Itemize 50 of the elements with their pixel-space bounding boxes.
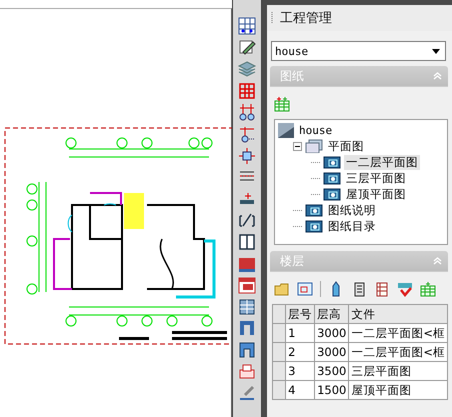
table-cell: 2 xyxy=(286,342,315,362)
table-cell: 3500 xyxy=(314,362,349,380)
panel-title: 工程管理 xyxy=(280,10,332,27)
table-cell: 一二层平面图<框 xyxy=(348,324,448,342)
section-title: 图纸 xyxy=(280,68,304,84)
drawing-sheet-icon xyxy=(323,172,341,184)
drawing-sheet-icon xyxy=(305,204,323,216)
column-header[interactable]: 层高 xyxy=(314,304,349,324)
table-cell: 3000 xyxy=(314,342,349,362)
drawing-sheet-icon xyxy=(323,188,341,200)
tree-item[interactable]: 一二层平面图 xyxy=(344,154,420,170)
table-cell: 一二层平面图<框 xyxy=(348,342,448,362)
table-cell: 3000 xyxy=(314,324,349,342)
table-cell: 4 xyxy=(286,380,315,400)
tree-item[interactable]: 图纸说明 xyxy=(326,202,378,218)
tree-item[interactable]: 图纸目录 xyxy=(326,218,378,234)
window-icon[interactable] xyxy=(237,232,257,252)
axis-icon[interactable] xyxy=(237,102,257,122)
panel-icon[interactable] xyxy=(237,296,257,317)
collapse-icon[interactable] xyxy=(293,142,302,150)
tree-item[interactable]: 三层平面图 xyxy=(344,170,408,186)
table-cell: 3 xyxy=(286,362,315,380)
tree-item[interactable]: house xyxy=(297,124,334,136)
grip-icon[interactable] xyxy=(271,12,274,24)
dropdown-arrow-icon[interactable] xyxy=(432,48,440,54)
add-table-icon[interactable] xyxy=(274,96,290,112)
column-header[interactable]: 层号 xyxy=(286,304,315,324)
folder-icon xyxy=(305,139,323,153)
column-icon[interactable] xyxy=(237,146,257,166)
grid-icon[interactable] xyxy=(237,80,257,101)
table-cell: 屋顶平面图 xyxy=(348,380,448,400)
grid-icon[interactable] xyxy=(237,16,257,36)
tree-item[interactable]: 屋顶平面图 xyxy=(344,186,408,202)
drawing-sheet-icon xyxy=(305,220,323,232)
folder-icon[interactable] xyxy=(274,281,290,297)
area-icon[interactable] xyxy=(237,275,257,296)
frame-icon[interactable] xyxy=(237,340,257,360)
check-icon[interactable] xyxy=(397,281,413,297)
project-dropdown[interactable]: house xyxy=(271,41,446,61)
column-header[interactable]: 文件 xyxy=(348,304,448,324)
drawing-sheet-icon xyxy=(323,156,341,168)
table-cell: 1500 xyxy=(314,380,349,400)
section-title: 楼层 xyxy=(280,252,304,270)
list-icon[interactable] xyxy=(374,281,390,297)
frame-icon[interactable] xyxy=(297,281,313,297)
table-cell: 三层平面图 xyxy=(348,362,448,380)
tree-item[interactable]: 平面图 xyxy=(326,138,366,154)
table-cell: 1 xyxy=(286,324,315,342)
add-table-icon[interactable] xyxy=(420,281,436,297)
printer-icon[interactable] xyxy=(237,362,257,382)
